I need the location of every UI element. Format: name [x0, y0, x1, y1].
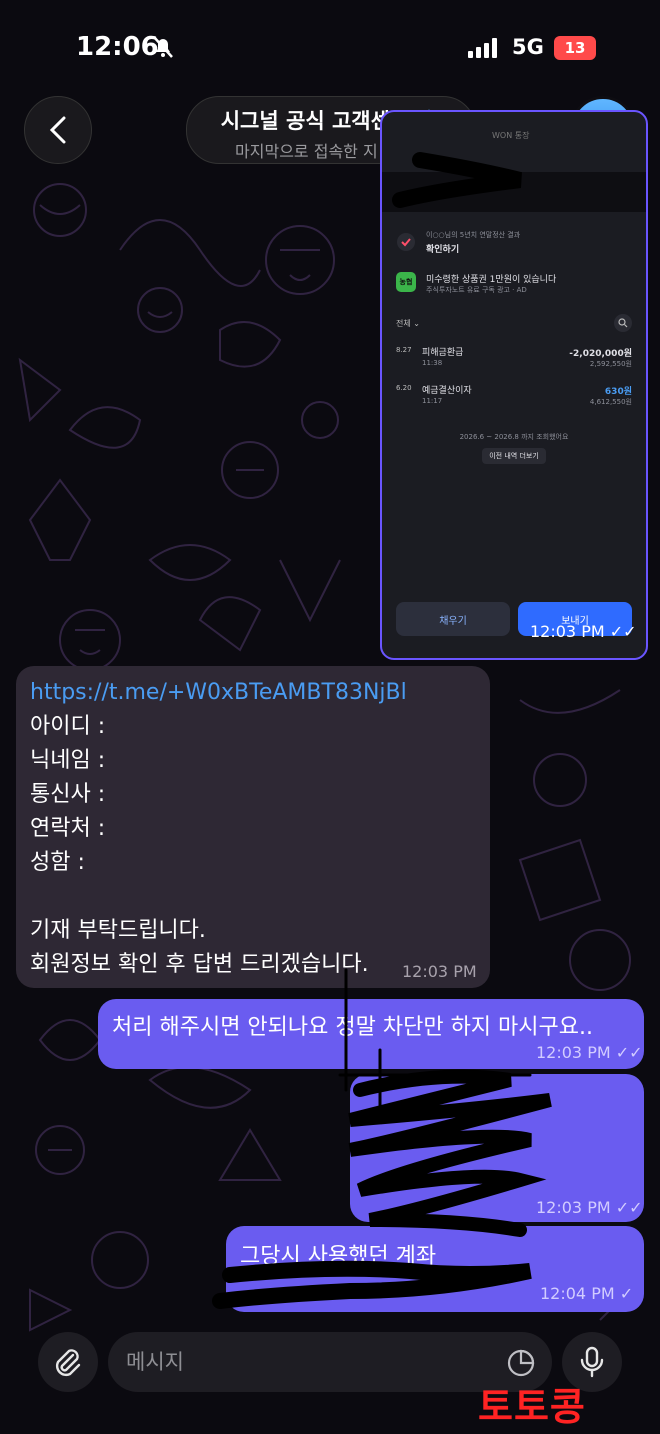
- cellular-signal-icon: [468, 38, 497, 58]
- image-message[interactable]: WON 통장 이○○님의 5년치 연말정산 결과 확인하기 농협 미수령한 상품…: [380, 110, 648, 660]
- outgoing-message: 그당시 사용했던 계좌 12:04 PM ✓: [226, 1226, 644, 1312]
- shot-txn-amount: -2,020,000원: [569, 349, 632, 359]
- shot-txn-date: 6.20: [396, 384, 412, 392]
- microphone-icon: [580, 1346, 604, 1378]
- shot-txn-balance: 4,612,550원: [589, 398, 632, 406]
- bell-muted-icon: [153, 36, 173, 58]
- outgoing-message-time: 12:04 PM ✓: [540, 1284, 634, 1303]
- shot-notice-1-title: 이○○님의 5년치 연말정산 결과: [426, 231, 521, 239]
- outgoing-message-text: 처리 해주시면 안되나요 정말 차단만 하지 마시구요..: [112, 1015, 593, 1040]
- telegram-link[interactable]: https://t.me/+W0xBTeAMBT83NjBl: [30, 680, 407, 705]
- shot-redacted-strip: [382, 172, 646, 212]
- status-time: 12:06: [76, 32, 159, 62]
- back-button[interactable]: [24, 96, 92, 164]
- shot-notice-1-action: 확인하기: [426, 245, 460, 255]
- sticker-icon[interactable]: [506, 1348, 536, 1378]
- shot-txn-name: 피해금환급: [422, 348, 464, 358]
- shot-txn-row: 6.20 예금결산이자 11:17 630원 4,612,550원: [396, 384, 632, 414]
- shot-range-text: 2026.6 ~ 2026.8 까지 조회했어요: [459, 433, 569, 441]
- incoming-message-time: 12:03 PM: [402, 962, 477, 981]
- outgoing-message: 12:03 PM ✓✓: [350, 1074, 644, 1222]
- outgoing-message-text: 그당시 사용했던 계좌: [240, 1244, 437, 1269]
- shot-txn-time: 11:38: [422, 359, 443, 367]
- shot-search-icon: [614, 314, 632, 332]
- status-bar: 12:06 5G 13: [0, 0, 660, 100]
- battery-icon: 13: [554, 36, 596, 60]
- outgoing-message: 처리 해주시면 안되나요 정말 차단만 하지 마시구요.. 12:03 PM ✓…: [98, 999, 644, 1069]
- incoming-message: https://t.me/+W0xBTeAMBT83NjBl 아이디 : 닉네임…: [16, 666, 490, 988]
- shot-txn-time: 11:17: [422, 397, 443, 405]
- shot-txn-date: 8.27: [396, 346, 412, 354]
- chevron-left-icon: [49, 116, 66, 144]
- attach-button[interactable]: [38, 1332, 98, 1392]
- shot-notice-2-sub: 주식투자노트 유료 구독 광고 · AD: [426, 286, 527, 294]
- shot-fill-button: 채우기: [396, 602, 510, 636]
- check-shield-icon: [397, 233, 415, 251]
- shot-txn-amount: 630원: [604, 387, 632, 397]
- shot-more-button: 이전 내역 더보기: [482, 448, 546, 464]
- shot-filter: 전체 ⌄: [396, 319, 420, 328]
- shot-tab: WON 통장: [492, 131, 530, 140]
- incoming-body: 아이디 : 닉네임 : 통신사 : 연락처 : 성함 : 기재 부탁드립니다. …: [30, 714, 369, 977]
- outgoing-message-time: 12:03 PM ✓✓: [536, 1198, 643, 1217]
- shot-txn-row: 8.27 피해금환급 11:38 -2,020,000원 2,592,550원: [396, 346, 632, 376]
- incoming-message-text: https://t.me/+W0xBTeAMBT83NjBl 아이디 : 닉네임…: [30, 676, 407, 982]
- shot-txn-balance: 2,592,550원: [589, 360, 632, 368]
- network-type: 5G: [512, 35, 544, 59]
- battery-level: 13: [564, 39, 586, 57]
- shot-notice-2-title: 미수령한 상품권 1만원이 있습니다: [426, 275, 557, 285]
- nonghyup-badge: 농협: [396, 272, 416, 292]
- image-message-time: 12:03 PM ✓✓: [530, 622, 637, 641]
- shot-txn-name: 예금결산이자: [422, 386, 472, 396]
- shot-filter-row: 전체 ⌄: [396, 314, 632, 332]
- outgoing-message-time: 12:03 PM ✓✓: [536, 1043, 643, 1062]
- watermark: 토토콩: [478, 1385, 586, 1429]
- paperclip-icon: [55, 1349, 81, 1377]
- bank-screenshot: WON 통장 이○○님의 5년치 연말정산 결과 확인하기 농협 미수령한 상품…: [382, 112, 646, 658]
